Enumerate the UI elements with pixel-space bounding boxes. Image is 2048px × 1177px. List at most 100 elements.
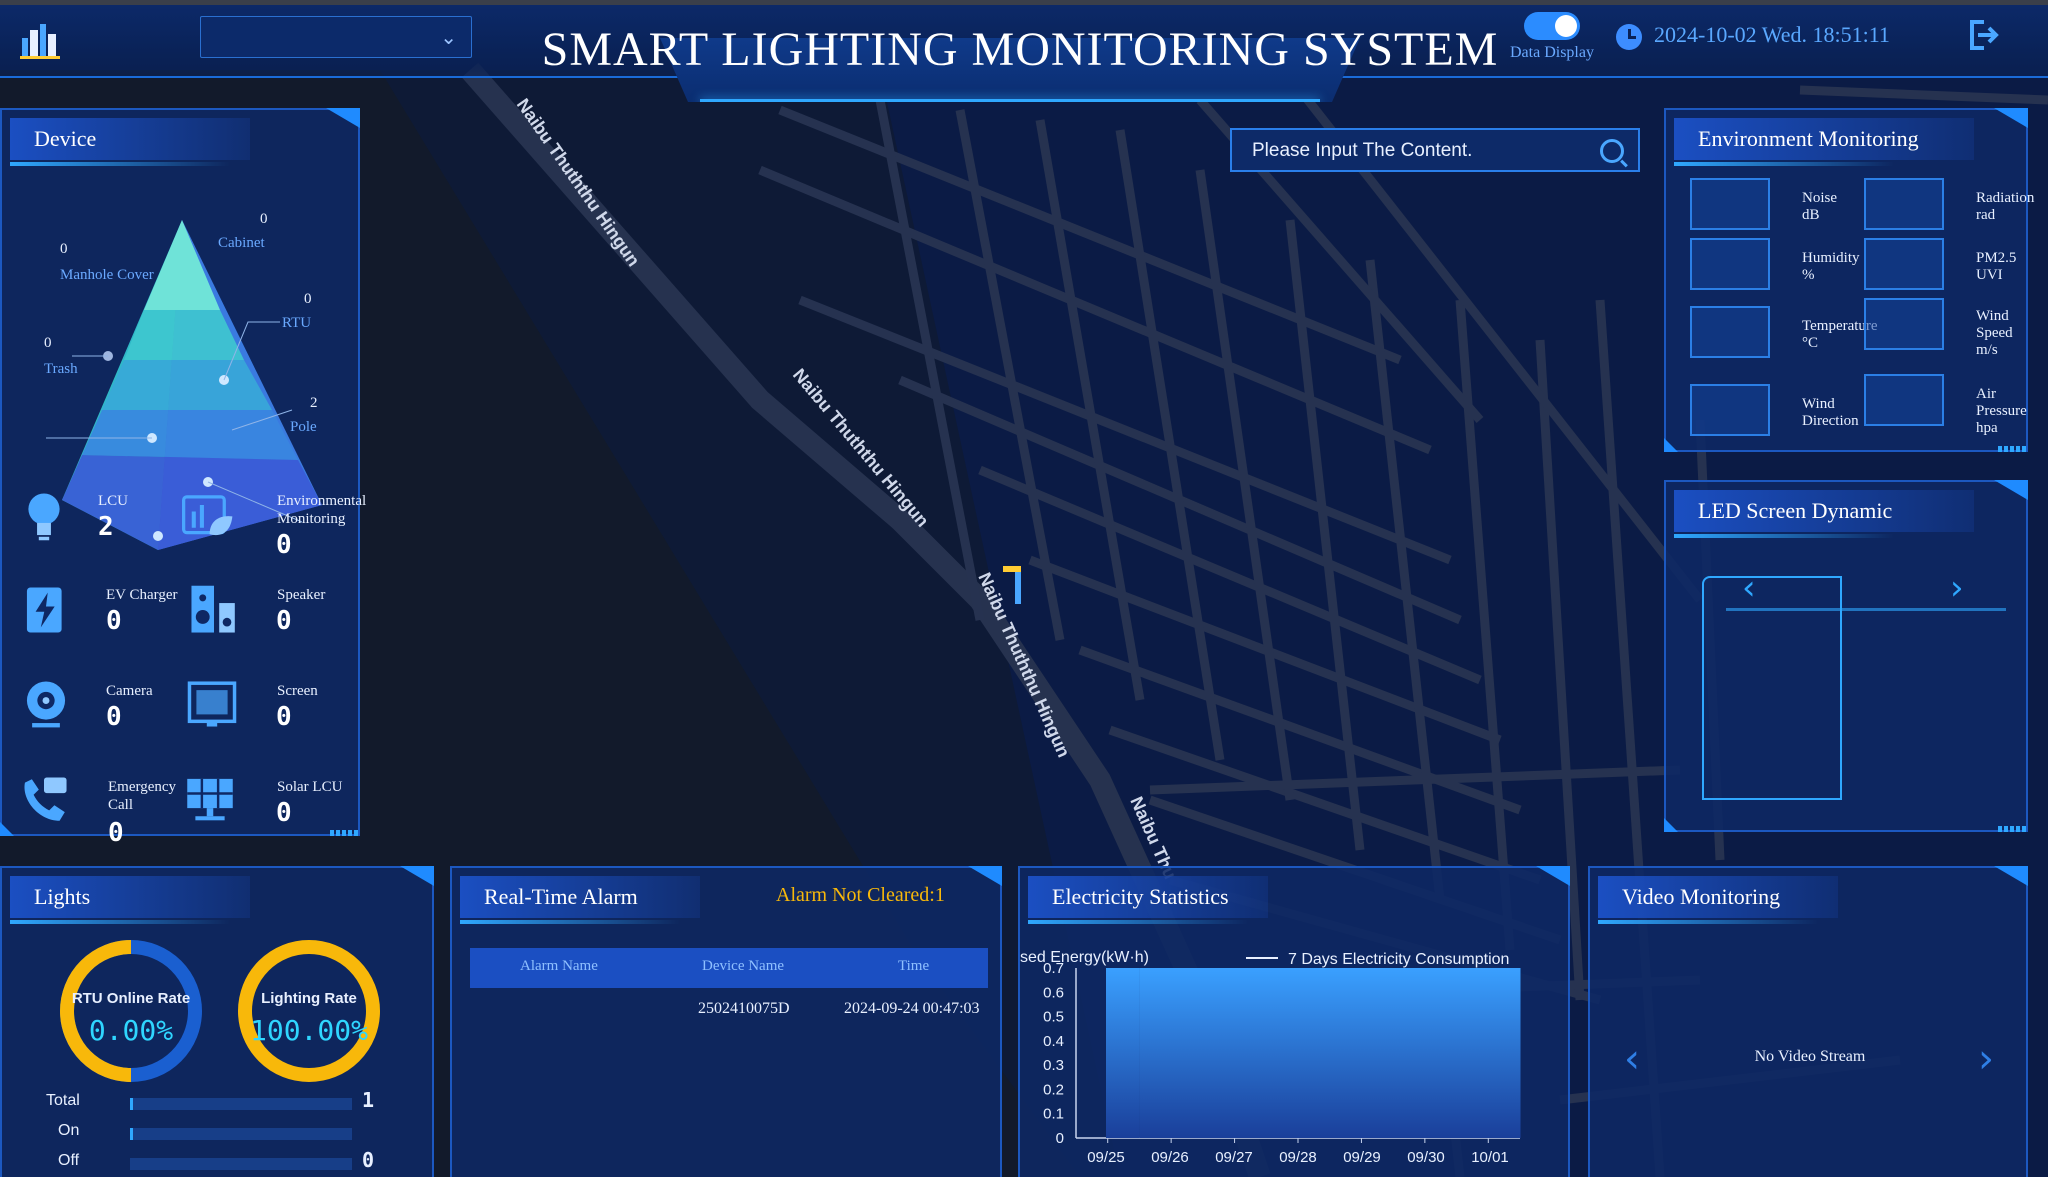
y-tick-label: 0.7 [1043,960,1064,977]
device-value-screen: 0 [276,702,292,732]
bar [1329,968,1394,1138]
rtu-online-rate-label: RTU Online Rate [71,990,191,1007]
device-value-camera: 0 [106,702,122,732]
bar [1456,968,1521,1138]
env-air-pressure: Air Pressure hpa [1976,386,2027,436]
device-value-environmental: 0 [276,530,292,560]
alarm-table-header: Alarm Name Device Name Time [470,948,988,988]
lights-off-value: 0 [362,1148,375,1172]
device-value-lcu: 2 [98,512,114,542]
pyramid-value-pole: 2 [310,395,318,411]
lights-off-bar [130,1158,352,1170]
page-title: SMART LIGHTING MONITORING SYSTEM [541,23,1499,76]
pyramid-value-manhole: 0 [60,241,68,257]
lighting-rate-label: Lighting Rate [261,990,357,1007]
lights-total-value: 1 [362,1088,375,1112]
camera-icon[interactable] [20,678,72,730]
device-label-environmental: Environmental Monitoring [277,493,367,527]
column-time[interactable]: Time [898,958,929,975]
environment-panel: Environment Monitoring Noise dB Radiation… [1664,108,2034,452]
search-icon[interactable] [1600,139,1624,163]
video-panel-title: Video Monitoring [1598,876,1838,918]
led-panel-title: LED Screen Dynamic [1674,490,1974,532]
alarm-row-device: 2502410075D [698,1000,790,1017]
bar [1139,968,1204,1138]
device-label-emergency-call: Emergency Call [108,779,177,813]
wind-speed-icon[interactable] [1864,298,1944,350]
chevron-down-icon: ⌄ [440,25,457,49]
bulb-icon[interactable] [18,490,70,542]
electricity-panel: Electricity Statistics sed Energy(kW·h) 7… [1018,866,1570,1177]
device-value-speaker: 0 [276,606,292,636]
env-humidity: Humidity% [1802,250,1860,283]
noise-icon[interactable] [1690,178,1770,230]
led-screen-panel: LED Screen Dynamic ‹ › [1664,480,2028,832]
pyramid-value-trash: 0 [44,335,52,351]
led-screen-rail [1726,608,2006,611]
device-label-camera: Camera [106,683,153,699]
rtu-online-rate-value: 0.00% [88,1014,174,1047]
environment-panel-title: Environment Monitoring [1674,118,1974,160]
column-alarm-name[interactable]: Alarm Name [520,958,598,975]
alarm-panel: Real-Time Alarm Alarm Not Cleared:1 Alar… [450,866,1002,1177]
y-tick-label: 0.6 [1043,984,1064,1001]
alarm-status: Alarm Not Cleared:1 [776,884,945,906]
device-label-screen: Screen [277,683,318,699]
humidity-icon[interactable] [1690,238,1770,290]
x-tick-label: 09/29 [1343,1149,1381,1166]
lighting-rate-ring[interactable] [234,936,384,1086]
alarm-panel-title: Real-Time Alarm [460,876,700,918]
solar-panel-icon[interactable] [184,774,236,826]
city-logo-icon[interactable] [18,20,64,60]
map-search-input[interactable]: Please Input The Content. [1230,128,1640,172]
x-tick-label: 10/01 [1471,1149,1509,1166]
bar [1266,968,1331,1138]
emergency-call-icon[interactable] [18,774,70,826]
bar [1393,968,1458,1138]
column-device-name[interactable]: Device Name [702,958,784,975]
video-message: No Video Stream [1754,1048,1866,1065]
data-display-toggle[interactable] [1524,12,1580,40]
device-label-lcu: LCU [98,493,128,509]
y-tick-label: 0.5 [1043,1009,1064,1026]
pyramid-label-manhole: Manhole Cover [60,267,154,283]
radiation-icon[interactable] [1864,178,1944,230]
chevron-left-icon[interactable]: ‹ [1742,568,1756,608]
x-tick-label: 09/27 [1215,1149,1253,1166]
ev-charger-icon[interactable] [20,584,72,636]
pm25-icon[interactable] [1864,238,1944,290]
electricity-chart[interactable]: sed Energy(kW·h) 7 Days Electricity Consu… [1020,948,1550,1177]
screen-icon[interactable] [186,678,238,730]
y-tick-label: 0.3 [1043,1057,1064,1074]
lights-off-label: Off [58,1152,80,1169]
speaker-icon[interactable] [188,584,240,636]
alarm-row-time: 2024-09-24 00:47:03 [844,1000,980,1017]
device-value-ev-charger: 0 [106,606,122,636]
environment-icon[interactable] [182,492,234,544]
wind-direction-icon[interactable] [1690,384,1770,436]
device-label-ev-charger: EV Charger [106,587,178,603]
pyramid-label-pole: Pole [290,419,317,435]
gauge-icon[interactable] [1864,374,1944,426]
table-row[interactable]: 2502410075D 2024-09-24 00:47:03 [470,994,988,1030]
thermometer-icon[interactable] [1690,306,1770,358]
device-value-emergency-call: 0 [108,818,124,848]
x-tick-label: 09/25 [1087,1149,1125,1166]
data-display-label: Data Display [1510,44,1594,61]
chevron-right-icon[interactable]: › [1950,568,1964,608]
logout-icon[interactable] [1966,18,2000,52]
bar [1106,968,1140,1138]
y-tick-label: 0.4 [1043,1033,1064,1050]
pyramid-label-cabinet: Cabinet [218,235,265,251]
lights-total-bar [130,1098,352,1110]
env-noise: Noise dB [1802,190,1837,223]
project-select[interactable]: ⌄ [200,16,472,58]
pyramid-label-rtu: RTU [282,315,312,331]
env-radiation: Radiation rad [1976,190,2035,223]
x-tick-label: 09/28 [1279,1149,1317,1166]
y-tick-label: 0.1 [1043,1106,1064,1123]
rtu-online-rate-ring[interactable] [56,936,206,1086]
search-placeholder: Please Input The Content. [1252,140,1473,161]
electricity-panel-title: Electricity Statistics [1028,876,1268,918]
chevron-right-icon[interactable]: › [1978,1036,1994,1082]
